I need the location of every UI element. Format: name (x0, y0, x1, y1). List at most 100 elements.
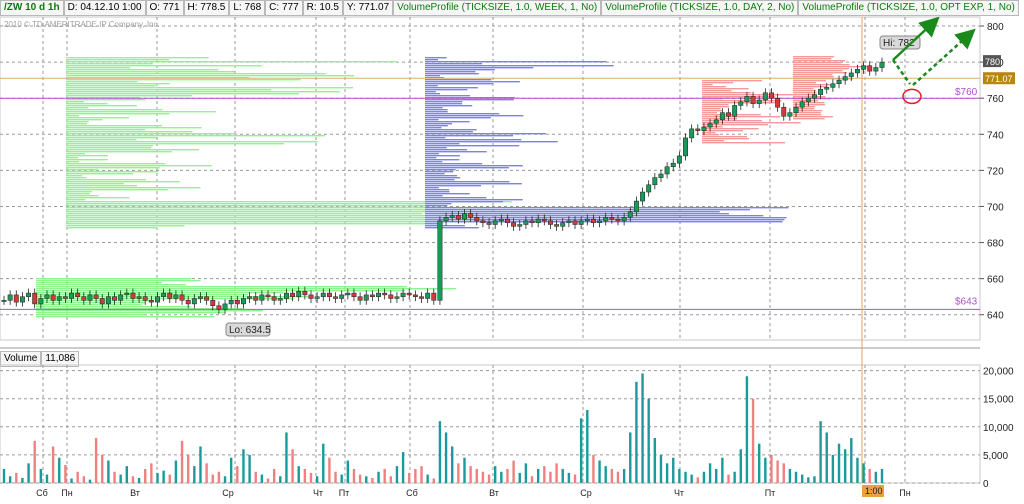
volume-bar (715, 468, 718, 483)
profile-week-2-bar (425, 171, 454, 173)
candle-body (431, 292, 437, 301)
volume-bar (303, 468, 307, 483)
profile-week-2-bar (425, 145, 520, 147)
profile-week-2-bar (425, 91, 436, 93)
volume-bar (616, 471, 620, 483)
profile-week-2-bar (425, 129, 477, 131)
volume-bar (315, 476, 319, 483)
profile-week-0-bar (36, 312, 225, 314)
volume-bar (180, 440, 184, 483)
candle-body (99, 298, 105, 305)
profile-week-1-bar (66, 113, 170, 115)
profile-optexp-1-bar (702, 134, 720, 136)
profile-week-2-bar (425, 117, 491, 119)
candle-body (191, 298, 197, 305)
target-circle (902, 88, 922, 105)
profile-optexp-1-bar (702, 88, 749, 90)
profile-week-2-bar (425, 161, 443, 163)
profile-week-1-bar (66, 87, 353, 89)
candle-body (455, 215, 461, 220)
candle-body (492, 220, 498, 225)
volume-bar (401, 452, 405, 483)
profile-week-2-bar (425, 81, 520, 83)
volume-bar (51, 446, 55, 483)
volume-bar (567, 472, 571, 483)
volume-bar (254, 471, 257, 483)
candle-body (216, 305, 222, 310)
candle-body (93, 294, 99, 299)
profile-optexp-1-bar (702, 130, 743, 132)
profile-week-1-bar (66, 175, 83, 177)
profile-optexp-1-bar (702, 120, 762, 122)
profile-week-2-bar (425, 185, 482, 187)
volume-bar (39, 468, 43, 483)
profile-week-0-bar (36, 286, 407, 288)
profile-week-1-bar (66, 71, 235, 73)
volume-bar (107, 460, 110, 483)
profile-week-1-bar (66, 65, 262, 67)
volume-bar (229, 457, 233, 483)
volume-bar (549, 471, 552, 483)
profile-optexp-1-bar (702, 82, 734, 84)
volume-bar (696, 477, 700, 483)
candle-body (854, 69, 860, 74)
price-badge-label: 771.07 (985, 74, 1013, 84)
candle-body (505, 218, 510, 223)
profile-week-2-bar (425, 203, 452, 205)
candle-body (148, 300, 154, 303)
volume-bar (561, 468, 564, 483)
volume-bar (272, 468, 276, 483)
candle-body (290, 292, 296, 297)
volume-bar (168, 474, 171, 483)
volume-bar (653, 438, 657, 483)
volume-tick-label-20000: 20,000 (983, 367, 1014, 378)
volume-bar (843, 449, 847, 483)
candle-body (547, 220, 553, 225)
profile-week-1-bar (66, 147, 152, 149)
volume-bar (205, 463, 208, 483)
volume-bar (27, 463, 30, 483)
profile-week-2-bar (425, 153, 439, 155)
profile-week-2-bar (425, 79, 492, 81)
candle-body (523, 220, 529, 225)
chart-canvas[interactable]: 2010 © TD AMERITRADE IP Company, Inc. 64… (0, 0, 1024, 504)
profile-optexp-1-bar (702, 100, 782, 102)
volume-bar (33, 440, 36, 483)
profile-week-1-bar (66, 99, 146, 101)
candle-body (707, 123, 713, 128)
candle-body (185, 300, 191, 305)
time-badge-label: 1:00 (865, 486, 883, 496)
profile-optexp-2-bar (793, 104, 826, 106)
candle-body (535, 218, 541, 223)
volume-bar (432, 478, 435, 483)
profile-week-2-bar (425, 59, 439, 61)
volume-bar (297, 466, 300, 483)
profile-week-2-bar (425, 103, 463, 105)
profile-week-2-bar (425, 107, 443, 109)
volume-bar (113, 471, 116, 483)
candle-body (50, 294, 56, 301)
candle-body (283, 292, 289, 299)
candle-body (87, 294, 93, 301)
volume-bar (770, 454, 773, 483)
profile-optexp-2-bar (793, 68, 850, 70)
volume-bar (727, 474, 730, 483)
candle-body (597, 220, 603, 223)
level-760-label: $760 (955, 87, 978, 98)
price-tick-label-760: 760 (987, 94, 1004, 105)
candle-body (363, 294, 369, 301)
volume-bar (119, 474, 122, 483)
profile-week-2-bar (425, 173, 445, 175)
volume-bar (598, 460, 601, 483)
candle-body (590, 218, 596, 223)
candle-body (247, 296, 253, 299)
volume-bar (438, 421, 442, 483)
candle-body (136, 296, 142, 299)
candle-body (339, 294, 345, 299)
candle-body (818, 88, 824, 95)
price-tick-label-800: 800 (987, 22, 1004, 33)
level-643-label: $643 (955, 296, 978, 307)
volume-bar (156, 472, 159, 483)
candle-body (419, 296, 424, 299)
profile-week-2-bar (425, 85, 438, 87)
